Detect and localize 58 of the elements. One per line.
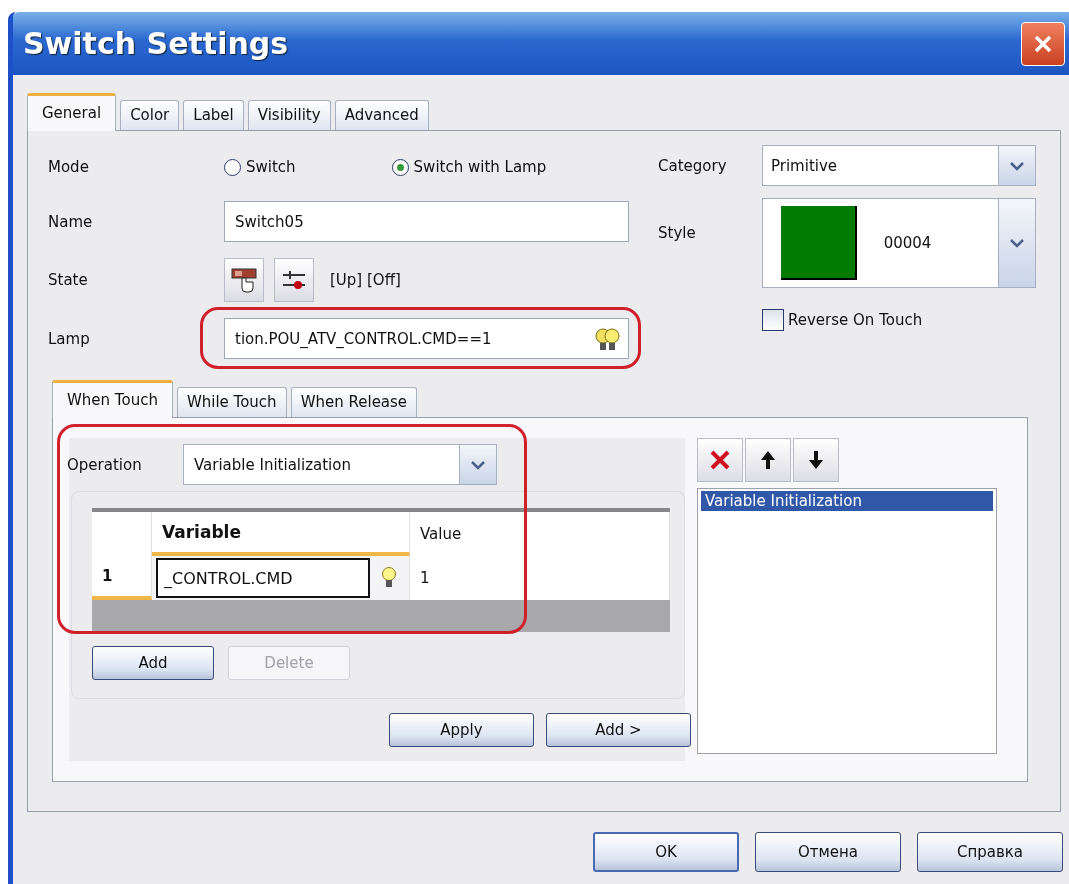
state-value: [Up] [Off] [330,271,401,289]
checkbox-label: Reverse On Touch [788,311,923,329]
operation-dropdown[interactable]: Variable Initialization [183,444,497,485]
field-label: Category [658,156,728,175]
tab[interactable]: General [27,93,117,131]
cell-editor[interactable]: _CONTROL.CMD [156,558,370,598]
field-label: State [48,271,89,289]
tab[interactable]: Color [120,100,180,130]
category-dropdown[interactable]: Primitive [762,145,1036,186]
field-value: tion.POU_ATV_CONTROL.CMD==1 [235,329,492,348]
style-picker[interactable]: 00004 [762,198,1036,288]
radio-button[interactable] [391,158,409,176]
hand-icon [230,266,258,294]
field-label: Name [48,212,94,231]
tab[interactable]: Visibility [247,100,331,130]
tab[interactable]: When Release [290,387,418,417]
checkbox[interactable] [762,309,784,331]
window-title: Switch Settings [23,26,289,61]
field-label: Lamp [48,329,91,348]
caret-icon [1010,238,1024,248]
list-item[interactable]: Variable Initialization [701,491,993,511]
tab[interactable]: Label [183,100,244,130]
dropdown-value: Primitive [770,156,838,175]
bulb-icon [594,325,622,352]
action-button[interactable]: Apply [389,713,534,747]
remove-button[interactable] [697,438,743,482]
field-label: Style [658,224,697,242]
state-button[interactable] [224,258,264,302]
tab[interactable]: Advanced [334,100,429,130]
lamp-field[interactable]: tion.POU_ATV_CONTROL.CMD==1 [224,318,629,359]
table-button[interactable]: Add [92,646,214,680]
tab[interactable]: While Touch [176,387,287,417]
close-icon [1034,34,1052,53]
dropdown-button[interactable] [459,445,496,484]
radio-button[interactable] [224,158,241,176]
radio-option[interactable]: Switch [224,158,296,176]
dialog-button[interactable]: OK [593,832,739,872]
radio-label: Switch [246,158,296,176]
style-code: 00004 [883,234,932,252]
field-label: Operation [67,455,143,474]
caret-icon [1010,160,1024,171]
action-button[interactable]: Add > [546,713,691,747]
dropdown-button[interactable] [998,146,1035,185]
tab[interactable]: When Touch [52,380,173,418]
dialog-button[interactable]: Справка [917,832,1063,872]
bulb-icon [381,566,397,590]
state-button[interactable] [274,258,314,302]
caret-icon [471,459,485,470]
cross-icon [709,449,731,471]
column-header[interactable]: Value [410,512,670,556]
field-label: Mode [48,158,90,176]
dropdown-value: Variable Initialization [193,455,351,474]
close-button[interactable] [1021,21,1065,66]
move-down-button[interactable] [793,438,839,482]
checkbox-option[interactable]: Reverse On Touch [762,309,923,331]
dialog-button[interactable]: Отмена [755,832,901,872]
move-up-button[interactable] [745,438,791,482]
name-field[interactable]: Switch05 [224,201,629,242]
